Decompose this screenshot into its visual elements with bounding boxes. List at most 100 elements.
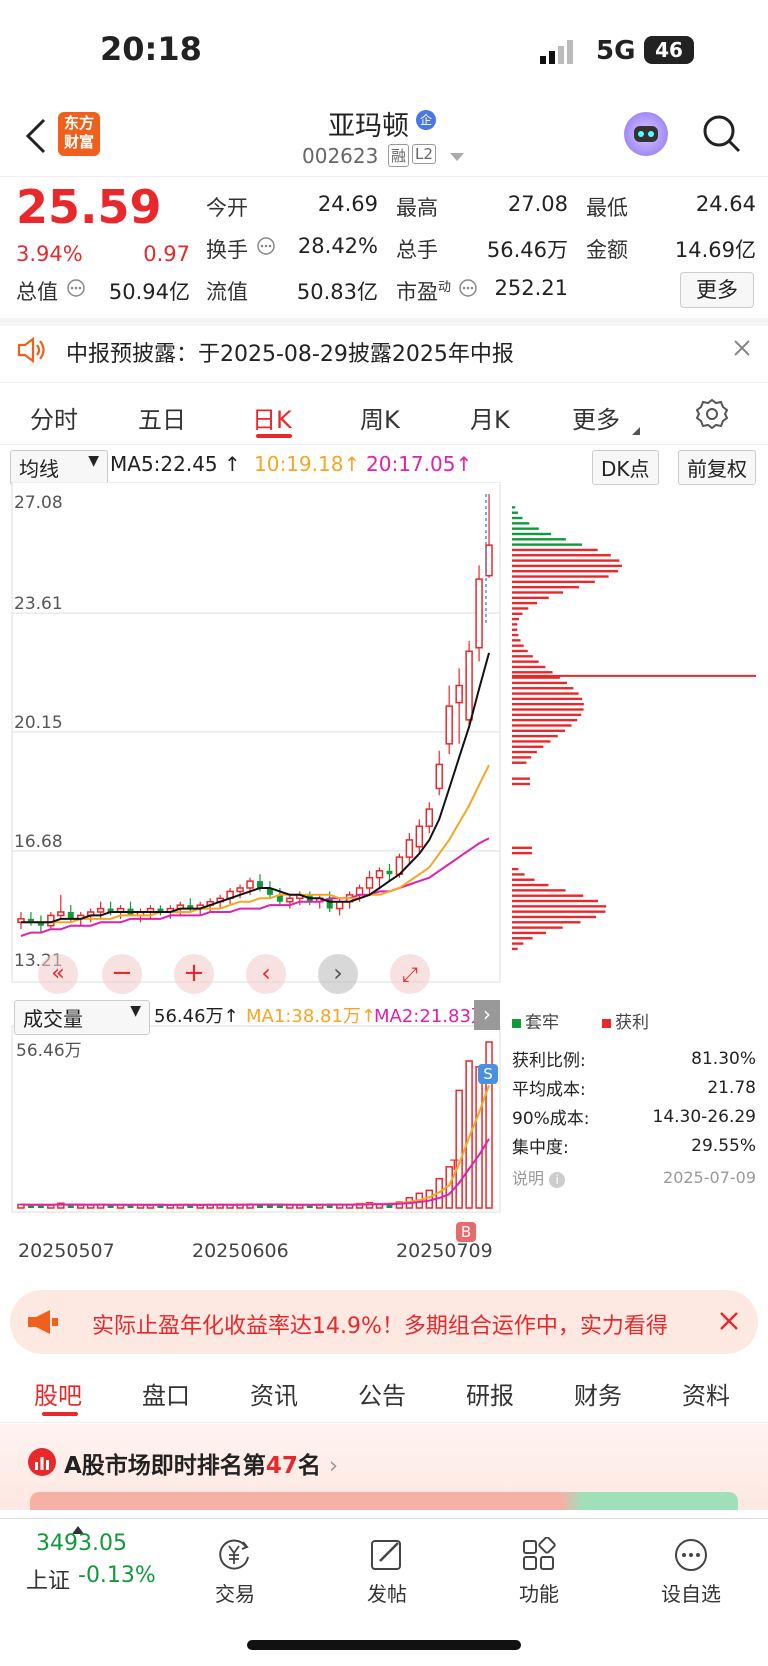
x-label-start: 20250507 xyxy=(18,1240,115,1262)
gear-icon[interactable] xyxy=(695,398,729,434)
total-value: 50.94亿 xyxy=(108,280,190,304)
sell-marker[interactable]: S xyxy=(478,1064,498,1084)
home-indicator xyxy=(247,1640,521,1650)
candle-body xyxy=(435,763,443,790)
info-icon[interactable] xyxy=(256,236,276,260)
chip-stat-label: 平均成本: xyxy=(512,1080,586,1100)
quote-panel: 25.59 3.94% 0.97 总值 50.94亿 今开 24.69 最高 2… xyxy=(0,176,768,326)
chip-note-row[interactable]: 说明 i 2025-07-09 xyxy=(512,1160,756,1194)
chip-bar xyxy=(512,559,620,562)
amount-value: 14.69亿 xyxy=(674,238,756,262)
chip-bar xyxy=(512,665,546,669)
tab-research[interactable]: 研报 xyxy=(466,1376,514,1411)
tab-intraday[interactable]: 分时 xyxy=(30,400,78,435)
more-circle-icon xyxy=(675,1539,707,1571)
ma-select[interactable]: 均线 ▼ xyxy=(10,450,108,485)
chip-bar xyxy=(512,740,551,743)
rank-banner[interactable]: A股市场即时排名第47名 › xyxy=(0,1424,768,1510)
dk-label: DK点 xyxy=(601,457,650,481)
tab-finance[interactable]: 财务 xyxy=(574,1376,622,1411)
volume-max-label: 56.46万 xyxy=(16,1041,82,1061)
volume-select[interactable]: 成交量 ▼ xyxy=(14,1000,150,1035)
margin-tag: 融 xyxy=(388,144,410,167)
close-icon[interactable] xyxy=(732,338,752,362)
chip-bar xyxy=(512,777,530,780)
tab-daily-k[interactable]: 日K xyxy=(252,400,292,435)
index-change[interactable]: -0.13% xyxy=(78,1563,156,1588)
back-icon[interactable] xyxy=(24,116,48,160)
tab-announcements[interactable]: 公告 xyxy=(358,1376,406,1411)
tab-profile[interactable]: 资料 xyxy=(682,1376,730,1411)
ma5-text: MA5:22.45 xyxy=(110,452,218,476)
zoom-in-icon[interactable]: + xyxy=(174,954,214,994)
search-icon[interactable] xyxy=(702,114,742,158)
vol-ma1-text: MA1:38.81万 xyxy=(246,1006,361,1027)
buy-marker[interactable]: B xyxy=(456,1222,476,1242)
robot-assistant-icon[interactable] xyxy=(624,112,668,156)
expand-icon[interactable]: ⤢ xyxy=(390,954,430,994)
pe-label: 市盈动 xyxy=(396,276,451,306)
tab-custom-watchlist[interactable]: 设自选 xyxy=(636,1537,746,1607)
candle-body xyxy=(335,900,344,910)
index-name[interactable]: 上证 xyxy=(26,1563,70,1595)
tab-post-label: 发帖 xyxy=(367,1582,407,1606)
legend-profit-text: 获利 xyxy=(615,1013,649,1033)
more-button[interactable]: 更多 xyxy=(680,272,754,308)
candle-body xyxy=(286,897,294,903)
chip-bar xyxy=(512,708,584,711)
tab-functions[interactable]: 功能 xyxy=(484,1536,594,1607)
tab-trade[interactable]: 交易 xyxy=(180,1537,290,1607)
chip-bar xyxy=(512,942,524,945)
chip-bar xyxy=(512,947,518,951)
chip-bar xyxy=(512,894,584,897)
index-value[interactable]: 3493.05 xyxy=(36,1531,127,1556)
chip-bar xyxy=(512,750,537,754)
candle-body xyxy=(67,912,74,919)
adjust-button[interactable]: 前复权 xyxy=(678,450,756,485)
volume-value: 56.46万 xyxy=(486,238,568,262)
tab-five-day[interactable]: 五日 xyxy=(138,400,186,435)
chevron-right-icon[interactable]: › xyxy=(318,954,358,994)
tab-more[interactable]: 更多 xyxy=(572,400,620,435)
chip-bar xyxy=(512,851,532,855)
tab-weekly-k[interactable]: 周K xyxy=(360,400,400,435)
content-tabs: 股吧 盘口 资讯 公告 研报 财务 资料 xyxy=(0,1362,768,1423)
ma20-text: 20:17.05 xyxy=(366,452,456,476)
candle-body xyxy=(425,808,434,827)
chip-bar xyxy=(512,756,532,759)
chip-bar xyxy=(512,516,523,520)
chip-bar xyxy=(512,883,549,887)
info-icon[interactable] xyxy=(66,278,86,302)
rank-number: 47 xyxy=(265,1453,298,1479)
candle-body xyxy=(96,907,105,913)
tab-guba[interactable]: 股吧 xyxy=(34,1376,82,1411)
chip-stat-label: 集中度: xyxy=(512,1138,569,1158)
chip-note: 说明 i xyxy=(512,1165,566,1189)
chevron-left-icon[interactable]: ‹ xyxy=(246,954,286,994)
chip-bar xyxy=(512,511,518,514)
chip-bar xyxy=(512,554,611,557)
tab-monthly-k[interactable]: 月K xyxy=(470,400,510,435)
candle-body xyxy=(485,544,493,577)
low-label: 最低 xyxy=(586,196,628,220)
tab-active-indicator xyxy=(256,434,292,438)
chip-bar xyxy=(512,713,582,717)
chip-bar xyxy=(512,931,546,935)
chip-bar xyxy=(512,681,567,685)
tab-market-depth[interactable]: 盘口 xyxy=(142,1376,190,1411)
chip-bar xyxy=(512,617,519,621)
notice-bar[interactable]: 中报预披露：于2025-08-29披露2025年中报 xyxy=(0,320,768,383)
rewind-icon[interactable]: « xyxy=(38,954,78,994)
tab-trade-label: 交易 xyxy=(215,1582,255,1606)
close-icon[interactable] xyxy=(718,1310,740,1336)
tab-news[interactable]: 资讯 xyxy=(250,1376,298,1411)
tab-post[interactable]: 发帖 xyxy=(332,1537,442,1607)
zoom-out-icon[interactable]: − xyxy=(102,954,142,994)
promo-banner[interactable]: 实际止盈年化收益率达14.9%！多期组合运作中，实力看得 xyxy=(10,1290,758,1354)
dk-point-button[interactable]: DK点 xyxy=(592,450,659,485)
vol-ma2-legend: MA2:21.83万 xyxy=(374,1006,482,1027)
sentiment-bar xyxy=(30,1492,738,1510)
chevron-right-icon[interactable]: › xyxy=(474,1000,500,1030)
candle-body xyxy=(365,876,374,889)
dropdown-icon[interactable] xyxy=(450,148,464,167)
